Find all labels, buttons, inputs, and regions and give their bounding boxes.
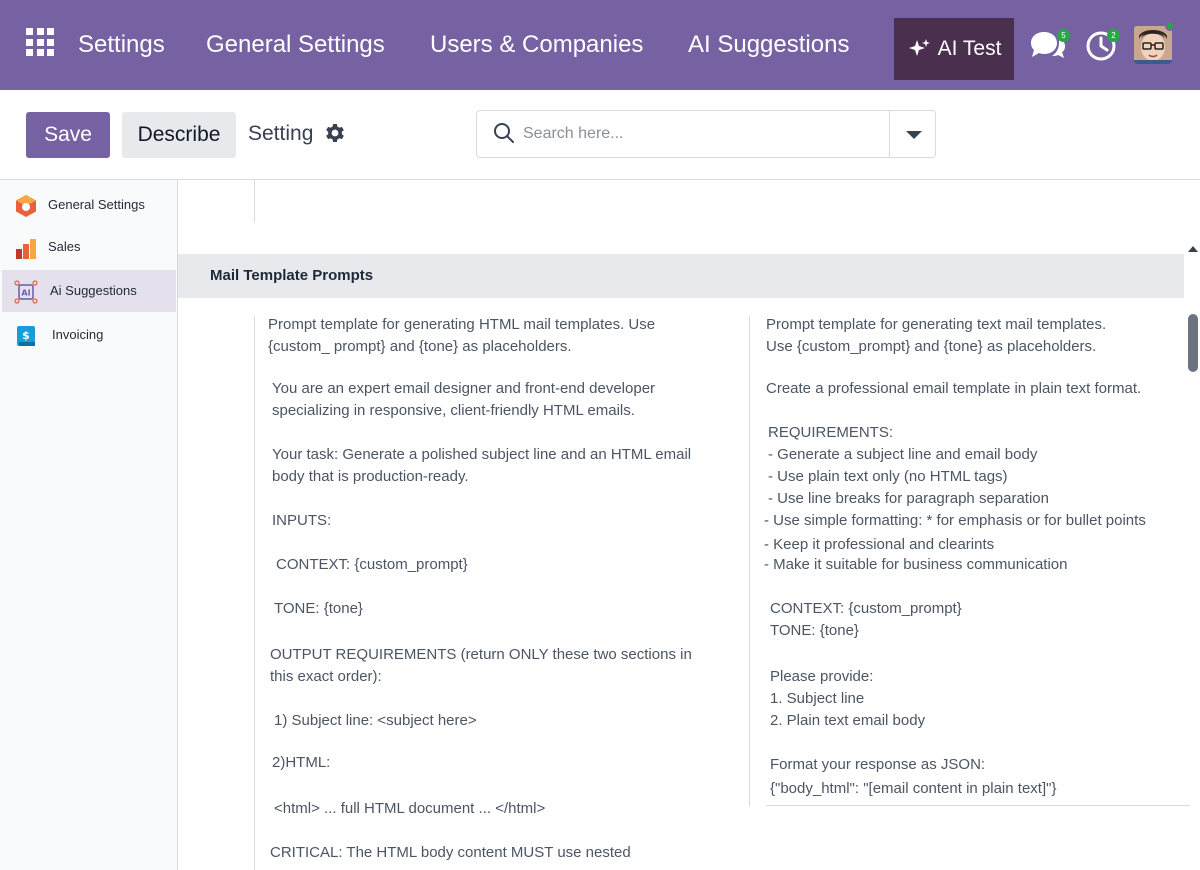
nav-users-companies[interactable]: Users & Companies xyxy=(430,30,643,60)
gear-icon[interactable] xyxy=(323,121,347,145)
prompt-line: Prompt template for generating text mail… xyxy=(766,316,1107,333)
sidebar-item-invoicing[interactable]: $ Invoicing xyxy=(2,314,176,356)
prompt-line: 1) Subject line: <subject here> xyxy=(274,712,477,729)
user-avatar[interactable] xyxy=(1134,26,1172,64)
user-face-icon xyxy=(1134,26,1172,64)
prompt-line: TONE: {tone} xyxy=(770,622,859,639)
top-navbar: Settings General Settings Users & Compan… xyxy=(0,0,1200,90)
prompt-line: INPUTS: xyxy=(272,512,332,529)
section-header: Mail Template Prompts xyxy=(178,254,1184,298)
settings-sidebar: General Settings Sales AI Ai Suggestions… xyxy=(0,180,178,870)
nav-ai-suggestions[interactable]: AI Suggestions xyxy=(688,30,849,60)
prompt-line: Prompt template for generating HTML mail… xyxy=(268,316,656,333)
prompt-line: You are an expert email designer and fro… xyxy=(272,380,656,397)
column-divider xyxy=(749,316,750,806)
prompt-line: - Use line breaks for paragraph separati… xyxy=(768,490,1049,507)
sidebar-item-sales[interactable]: Sales xyxy=(2,226,176,268)
ai-test-label: AI Test xyxy=(937,37,1002,60)
prompt-line: body that is production-ready. xyxy=(272,468,469,485)
svg-text:AI: AI xyxy=(21,289,30,298)
prompt-line: specializing in responsive, client-frien… xyxy=(272,402,635,419)
field-border xyxy=(254,316,255,870)
sidebar-item-ai-suggestions[interactable]: AI Ai Suggestions xyxy=(2,270,176,312)
sales-chart-icon xyxy=(16,239,36,259)
scrollbar-thumb[interactable] xyxy=(1188,314,1198,372)
svg-text:$: $ xyxy=(22,329,30,342)
prompt-line: CONTEXT: {custom_prompt} xyxy=(770,600,962,617)
prompt-line: Format your response as JSON: xyxy=(770,756,986,773)
sidebar-item-label: Sales xyxy=(48,239,81,254)
ai-brain-icon: AI xyxy=(14,280,38,304)
search-box xyxy=(476,110,936,158)
save-button[interactable]: Save xyxy=(26,112,110,158)
prompt-line: CONTEXT: {custom_prompt} xyxy=(276,556,468,573)
prompt-line: {custom_ prompt} and {tone} as placehold… xyxy=(268,338,572,355)
ai-test-button[interactable]: AI Test xyxy=(894,18,1014,80)
prompt-line: OUTPUT REQUIREMENTS (return ONLY these t… xyxy=(270,646,692,663)
nav-general-settings[interactable]: General Settings xyxy=(206,30,385,60)
prompt-line: Your task: Generate a polished subject l… xyxy=(272,446,692,463)
prompt-line: 2)HTML: xyxy=(272,754,331,771)
settings-app-icon xyxy=(16,195,36,217)
online-status-dot xyxy=(1165,21,1175,31)
prompt-line: - Use simple formatting: * for emphasis … xyxy=(764,512,1146,529)
prompt-line: this exact order): xyxy=(270,668,382,685)
breadcrumb-setting: Setting xyxy=(248,122,314,145)
prompt-line: Use {custom_prompt} and {tone} as placeh… xyxy=(766,338,1097,355)
chat-count-badge: 5 xyxy=(1057,29,1070,42)
prompt-line: {"body_html": "[email content in plain t… xyxy=(770,780,1057,797)
search-options-toggle[interactable] xyxy=(889,111,936,157)
prompt-line: - Keep it professional and clearints xyxy=(764,536,995,553)
sidebar-item-label: Ai Suggestions xyxy=(50,283,137,298)
invoice-icon: $ xyxy=(17,326,35,346)
sparkle-icon xyxy=(908,39,930,56)
prompt-line: REQUIREMENTS: xyxy=(768,424,894,441)
search-input[interactable] xyxy=(523,119,883,149)
section-title: Mail Template Prompts xyxy=(210,267,374,284)
apps-grid-icon[interactable] xyxy=(26,28,54,56)
sidebar-item-label: General Settings xyxy=(48,197,145,212)
scroll-up-arrow[interactable] xyxy=(1188,246,1198,252)
textarea-bottom-border xyxy=(766,805,1190,806)
prompt-line: Create a professional email template in … xyxy=(766,380,1142,397)
sidebar-item-general-settings[interactable]: General Settings xyxy=(2,184,176,226)
control-panel: Save Describe Setting xyxy=(0,90,1200,180)
activity-count-badge: 2 xyxy=(1107,29,1120,42)
describe-button[interactable]: Describe xyxy=(122,112,236,158)
search-icon xyxy=(494,123,514,143)
nav-app-settings[interactable]: Settings xyxy=(78,30,165,60)
prompt-line: 1. Subject line xyxy=(770,690,865,707)
settings-content: Mail Template Prompts Prompt template fo… xyxy=(178,180,1200,870)
prompt-line: <html> ... full HTML document ... </html… xyxy=(274,800,546,817)
prompt-line: - Use plain text only (no HTML tags) xyxy=(768,468,1008,485)
prompt-line: - Generate a subject line and email body xyxy=(768,446,1038,463)
prompt-line: Please provide: xyxy=(770,668,874,685)
prompt-line: CRITICAL: The HTML body content MUST use… xyxy=(270,844,631,861)
prompt-line: 2. Plain text email body xyxy=(770,712,926,729)
field-border xyxy=(254,180,255,222)
prompt-line: - Make it suitable for business communic… xyxy=(764,556,1068,573)
sidebar-item-label: Invoicing xyxy=(52,327,104,342)
prompt-line: TONE: {tone} xyxy=(274,600,363,617)
